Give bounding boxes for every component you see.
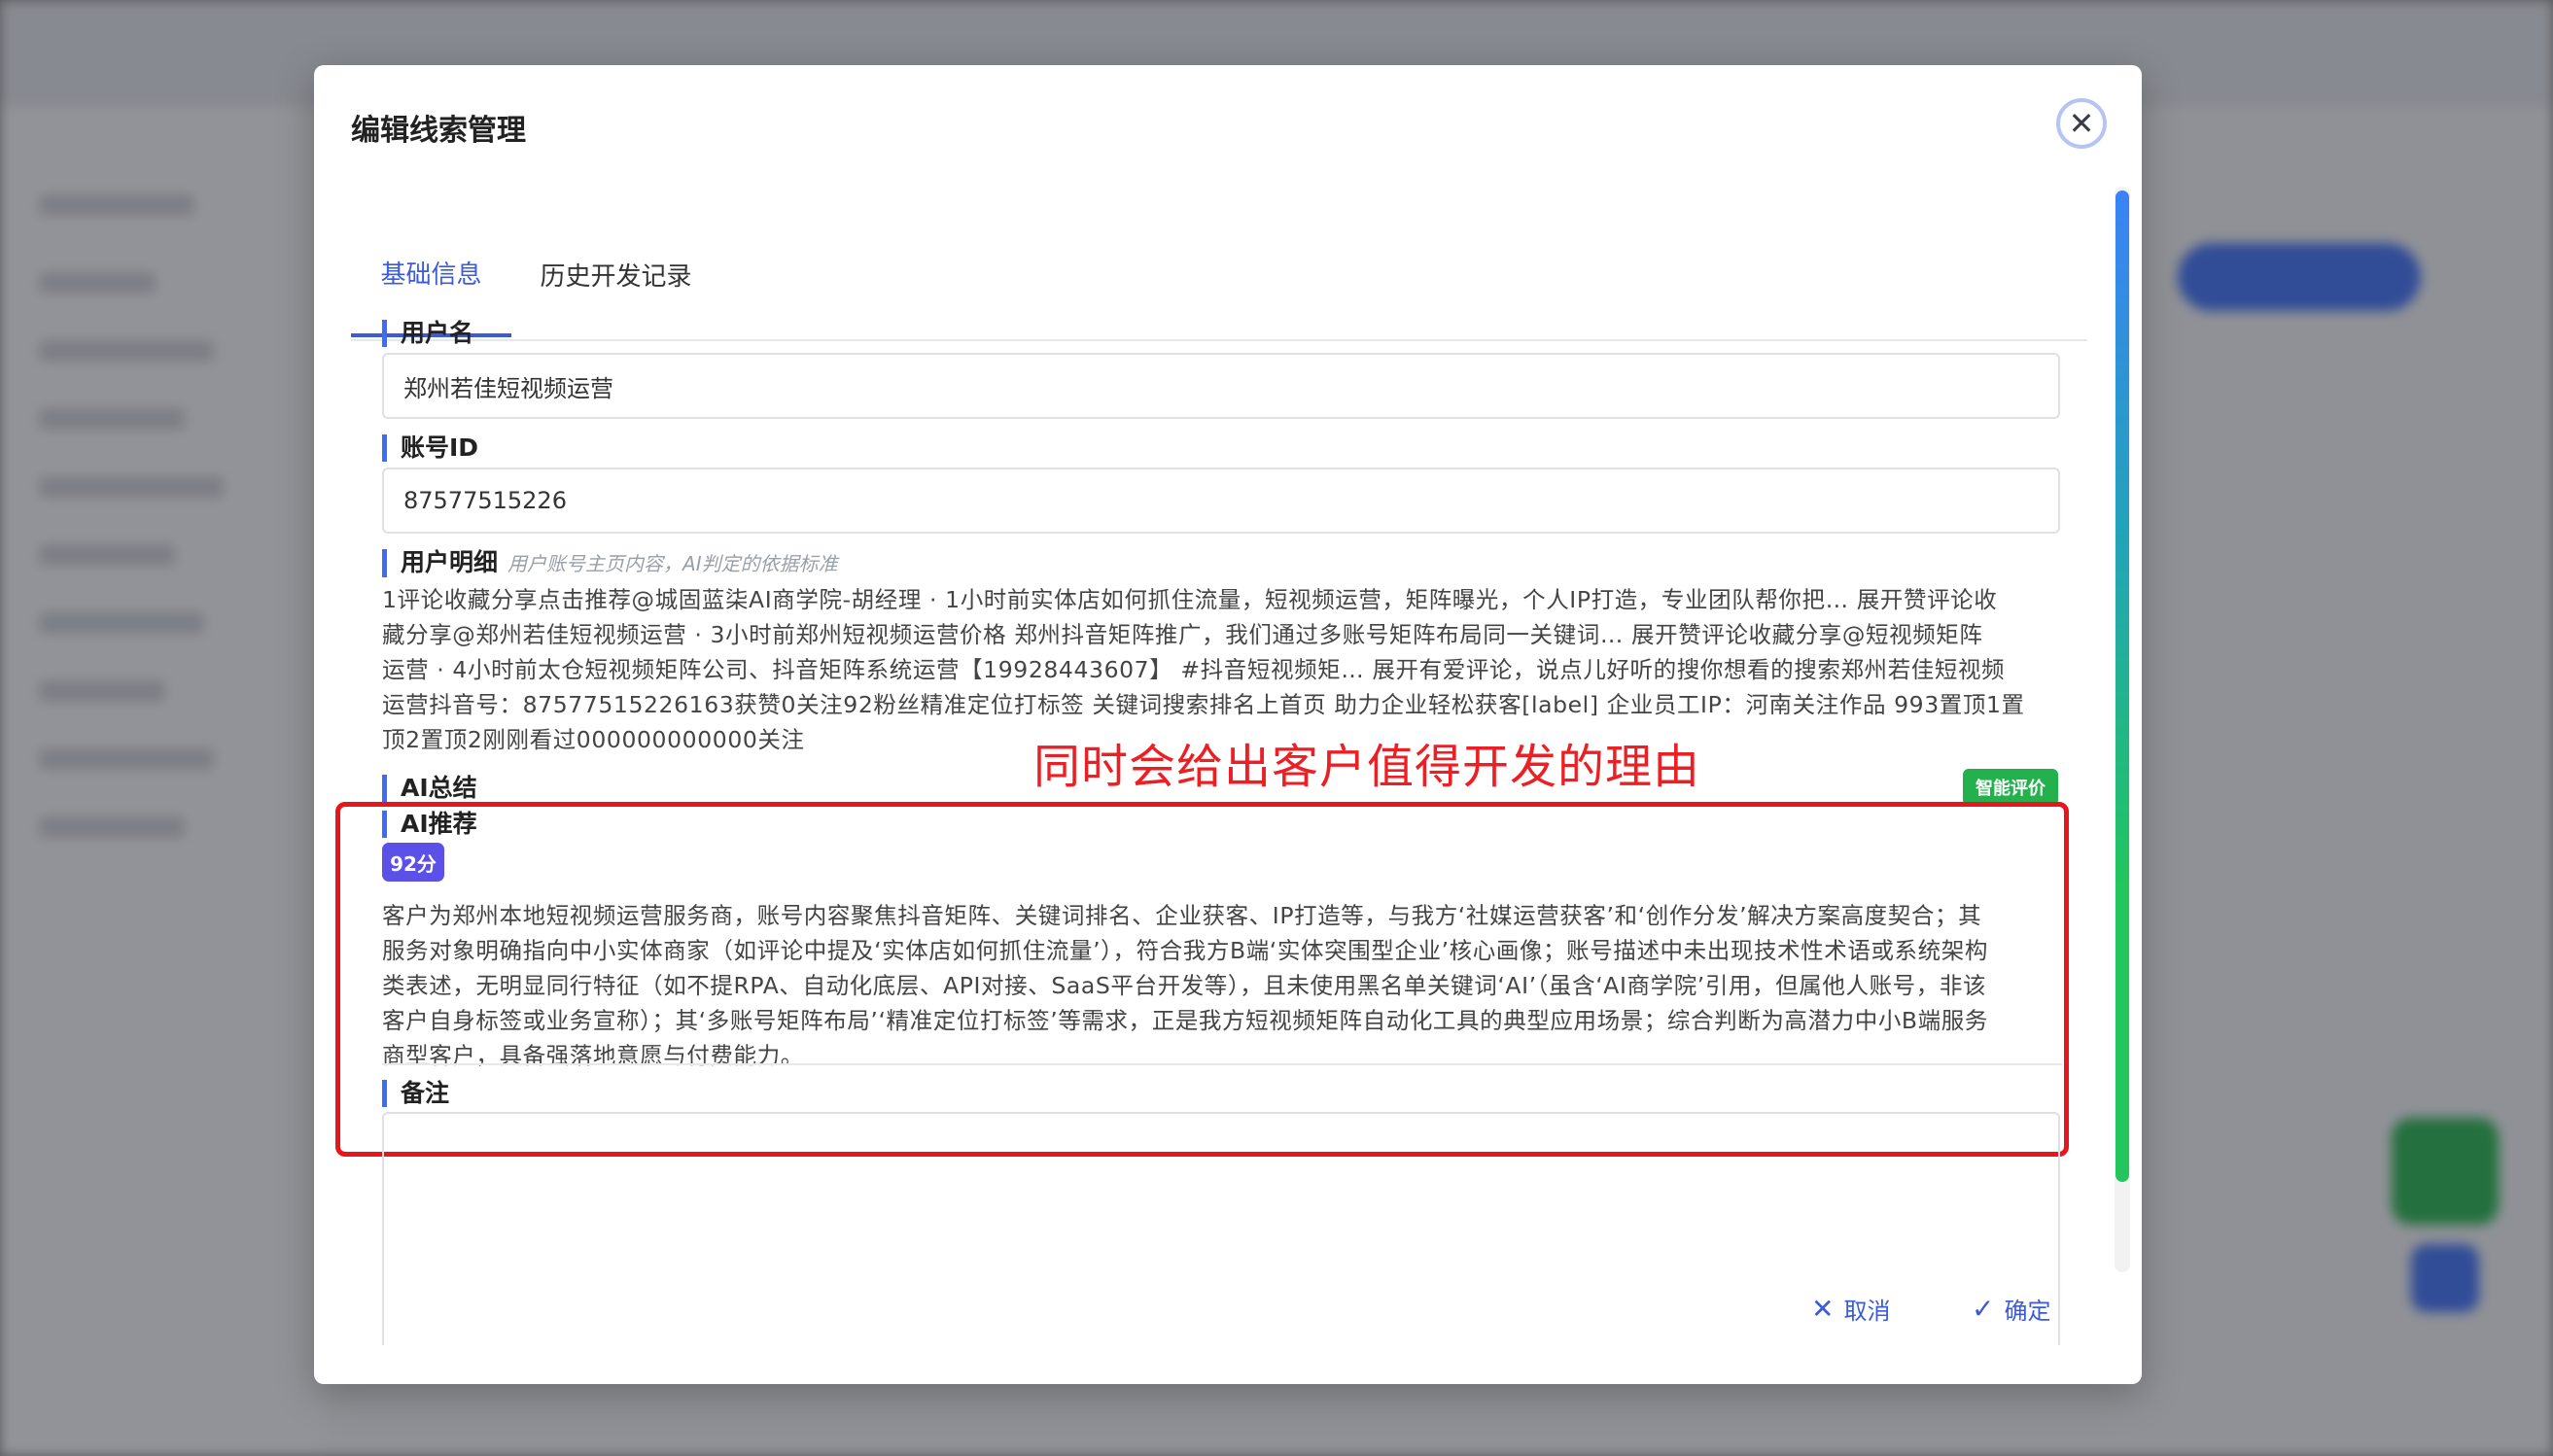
cancel-button[interactable]: ✕ 取消 bbox=[1811, 1292, 1890, 1326]
username-field[interactable]: 郑州若佳短视频运营 bbox=[382, 353, 2060, 419]
close-button[interactable]: ✕ bbox=[2056, 98, 2107, 149]
close-icon: ✕ bbox=[2068, 105, 2095, 142]
close-icon: ✕ bbox=[1811, 1293, 1835, 1325]
account-id-field[interactable]: 87577515226 bbox=[382, 468, 2060, 534]
check-icon: ✓ bbox=[1972, 1293, 1995, 1325]
user-detail-line: 运营抖音号：87577515226163获赞0关注92粉丝精准定位打标签 关键词… bbox=[382, 691, 2025, 718]
user-detail-label: 用户明细 用户账号主页内容，AI判定的依据标准 bbox=[382, 549, 838, 577]
user-detail-line: 藏分享@郑州若佳短视频运营 · 3小时前郑州短视频运营价格 郑州抖音矩阵推广，我… bbox=[382, 621, 1983, 648]
remark-label: 备注 bbox=[382, 1080, 449, 1107]
account-id-label: 账号ID bbox=[382, 434, 478, 462]
highlight-box bbox=[335, 802, 2069, 1157]
annotation-text: 同时会给出客户值得开发的理由 bbox=[1033, 740, 1701, 794]
confirm-label: 确定 bbox=[2004, 1298, 2051, 1325]
edit-lead-dialog: 编辑线索管理 ✕ 基础信息 历史开发记录 用户名 郑州若佳短视频运营 账号ID … bbox=[314, 65, 2142, 1384]
cancel-label: 取消 bbox=[1843, 1298, 1891, 1325]
dialog-title: 编辑线索管理 bbox=[351, 114, 526, 148]
username-value: 郑州若佳短视频运营 bbox=[403, 374, 613, 402]
user-detail-line: 1评论收藏分享点击推荐@城固蓝柒AI商学院-胡经理 · 1小时前实体店如何抓住流… bbox=[382, 586, 1998, 613]
scrollbar-thumb[interactable] bbox=[2116, 191, 2129, 1182]
ai-summary-label: AI总结 bbox=[382, 775, 477, 802]
tab-bar: 基础信息 历史开发记录 bbox=[351, 211, 2087, 341]
user-detail-hint: 用户账号主页内容，AI判定的依据标准 bbox=[507, 552, 838, 575]
remark-textarea[interactable] bbox=[382, 1112, 2060, 1345]
username-label: 用户名 bbox=[382, 320, 473, 347]
smart-evaluate-button[interactable]: 智能评价 bbox=[1963, 769, 2058, 806]
tab-history-records[interactable]: 历史开发记录 bbox=[526, 211, 706, 337]
scrollbar[interactable] bbox=[2115, 187, 2130, 1272]
user-detail-line: 运营 · 4小时前太仓短视频矩阵公司、抖音矩阵系统运营【19928443607】… bbox=[382, 656, 2006, 683]
confirm-button[interactable]: ✓ 确定 bbox=[1972, 1292, 2050, 1326]
account-id-value: 87577515226 bbox=[403, 487, 567, 514]
